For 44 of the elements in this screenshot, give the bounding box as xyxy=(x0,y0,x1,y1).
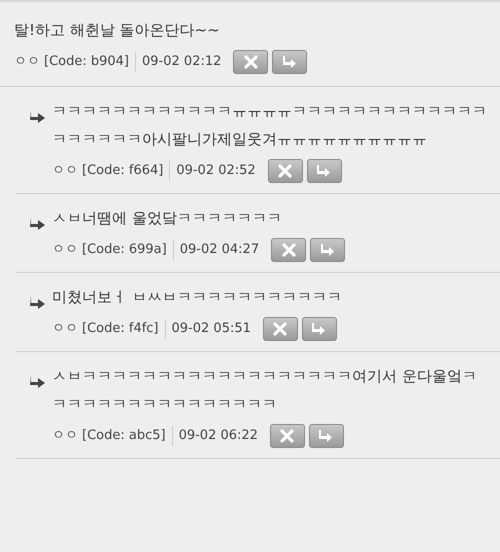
delete-button[interactable] xyxy=(271,238,306,262)
reply-button[interactable] xyxy=(272,50,308,74)
reply-arrow-icon xyxy=(316,164,332,178)
delete-button[interactable] xyxy=(262,317,298,341)
delete-button[interactable] xyxy=(268,159,303,183)
reply-arrow-icon xyxy=(30,110,46,124)
author-name: ㅇㅇ xyxy=(14,53,40,72)
user-code: [Code: f4fc] xyxy=(82,319,166,339)
author-name: ㅇㅇ xyxy=(52,162,78,180)
post-time: 09-02 02:52 xyxy=(176,162,256,180)
author-name: ㅇㅇ xyxy=(52,427,78,446)
reply-text: ㅋㅋㅋㅋㅋㅋㅋㅋㅋㅋㅋㅋㅠㅠㅠㅠㅋㅋㅋㅋㅋㅋㅋㅋㅋㅋㅋㅋㅋㅋㅋㅋㅋㅋㅋ아시팔니가제일웃겨ㅠㅠㅠㅠㅠㅠㅠㅠㅠㅠ xyxy=(52,101,488,150)
delete-button[interactable] xyxy=(233,50,268,74)
reply-arrow-icon xyxy=(318,429,334,443)
post-time: 09-02 05:51 xyxy=(172,320,251,338)
reply-arrow-icon xyxy=(30,374,46,389)
post-time: 09-02 04:27 xyxy=(180,241,260,260)
reply-arrow-icon xyxy=(311,322,328,336)
reply-arrow-icon xyxy=(30,296,46,310)
close-icon xyxy=(277,164,294,178)
close-icon xyxy=(280,243,297,257)
reply-arrow-icon xyxy=(30,216,46,231)
user-code: [Code: b904] xyxy=(44,52,136,72)
close-icon xyxy=(272,322,288,336)
close-icon xyxy=(242,55,259,69)
author-name: ㅇㅇ xyxy=(52,320,78,338)
user-code: [Code: abc5] xyxy=(82,426,173,446)
reply-text: ㅅㅂ너땜에 울었닼ㅋㅋㅋㅋㅋㅋㅋ xyxy=(52,208,283,229)
reply-text: ㅅㅂㅋㅋㅋㅋㅋㅋㅋㅋㅋㅋㅋㅋㅋㅋㅋㅋㅋㅋ여기서 운다울엌ㅋㅋㅋㅋㅋㅋㅋㅋㅋㅋㅋㅋㅋㅋㅋㅋ xyxy=(52,366,478,415)
user-code: [Code: f664] xyxy=(82,161,170,181)
post-time: 09-02 06:22 xyxy=(178,427,258,446)
reply-button[interactable] xyxy=(310,238,346,262)
reply-button[interactable] xyxy=(302,317,337,341)
comment-text: 탈!하고 해췬날 돌아온단다~~ xyxy=(14,20,221,41)
delete-button[interactable] xyxy=(270,424,305,448)
reply-arrow-icon xyxy=(320,243,336,257)
reply-text: 미쳤너보ㅓ ㅂㅆㅂㅋㅋㅋㅋㅋㅋㅋㅋㅋㅋㅋ xyxy=(52,287,343,308)
post-time: 09-02 02:12 xyxy=(142,53,222,72)
reply-button[interactable] xyxy=(306,159,342,183)
user-code: [Code: 699a] xyxy=(82,240,174,260)
reply-arrow-icon xyxy=(282,55,298,69)
author-name: ㅇㅇ xyxy=(52,241,78,260)
close-icon xyxy=(279,429,296,443)
reply-button[interactable] xyxy=(308,424,344,448)
